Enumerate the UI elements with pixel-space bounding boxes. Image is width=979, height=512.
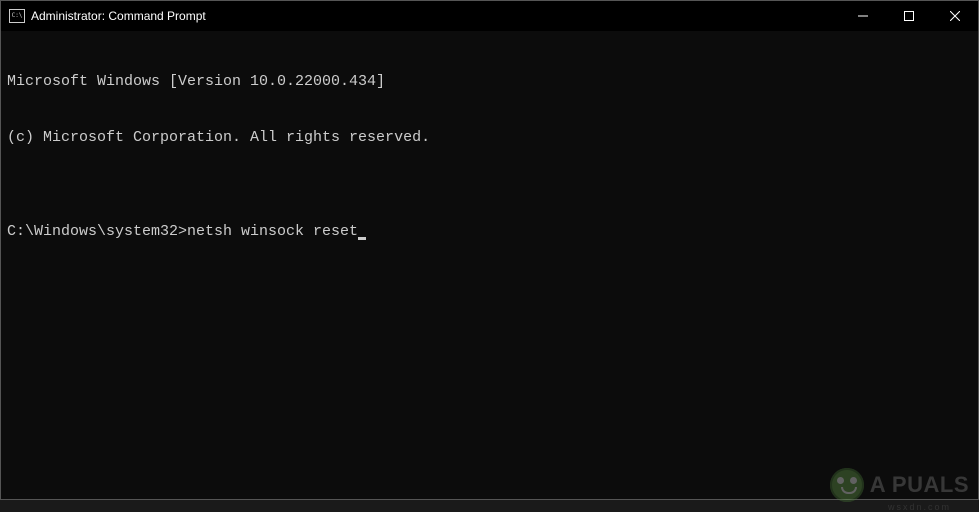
watermark-subtext: wsxdn.com bbox=[888, 502, 951, 512]
terminal-area[interactable]: Microsoft Windows [Version 10.0.22000.43… bbox=[1, 31, 978, 499]
window-controls bbox=[840, 1, 978, 31]
copyright-line: (c) Microsoft Corporation. All rights re… bbox=[7, 129, 972, 148]
version-line: Microsoft Windows [Version 10.0.22000.43… bbox=[7, 73, 972, 92]
command-prompt-window: C:\ Administrator: Command Prompt Micros… bbox=[0, 0, 979, 500]
cmd-icon: C:\ bbox=[9, 9, 25, 23]
typed-command: netsh winsock reset bbox=[187, 223, 358, 240]
maximize-icon bbox=[904, 11, 914, 21]
close-icon bbox=[950, 11, 960, 21]
prompt-line: C:\Windows\system32>netsh winsock reset bbox=[7, 223, 972, 242]
minimize-button[interactable] bbox=[840, 1, 886, 31]
prompt-path: C:\Windows\system32> bbox=[7, 223, 187, 240]
window-title: Administrator: Command Prompt bbox=[31, 9, 206, 23]
minimize-icon bbox=[858, 11, 868, 21]
maximize-button[interactable] bbox=[886, 1, 932, 31]
cmd-icon-label: C:\ bbox=[12, 13, 23, 19]
text-cursor bbox=[358, 237, 366, 240]
titlebar[interactable]: C:\ Administrator: Command Prompt bbox=[1, 1, 978, 31]
close-button[interactable] bbox=[932, 1, 978, 31]
titlebar-left: C:\ Administrator: Command Prompt bbox=[1, 9, 206, 23]
